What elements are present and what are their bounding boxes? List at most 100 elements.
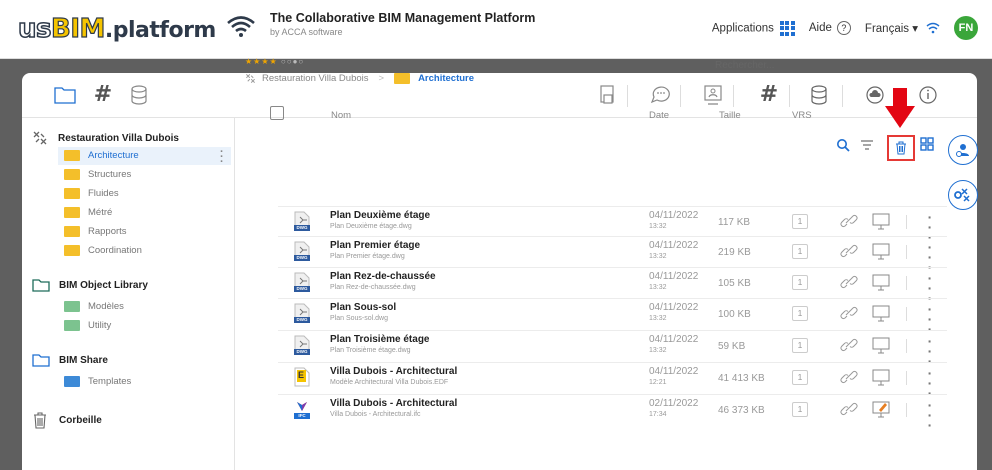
file-date: 04/11/2022 — [649, 210, 699, 221]
dwg-file-icon: DWG — [294, 272, 310, 292]
sidebar-item-templates[interactable]: Templates — [64, 376, 131, 387]
row-divider — [906, 215, 907, 229]
column-header-vrs[interactable]: VRS — [792, 110, 812, 121]
monitor-icon[interactable] — [871, 304, 891, 322]
file-row[interactable]: DWG Plan Deuxième étage Plan Deuxième étag… — [278, 206, 947, 244]
calendar-doc-icon[interactable] — [594, 82, 620, 108]
language-select[interactable]: Français ▾ — [865, 21, 918, 35]
link-icon[interactable] — [840, 369, 858, 385]
file-filename: Plan Rez-de-chaussée.dwg — [330, 284, 416, 291]
select-all-checkbox[interactable] — [270, 106, 284, 120]
folder-icon — [64, 150, 80, 161]
applications-button[interactable]: Applications — [712, 20, 795, 36]
version-count[interactable]: 1 — [792, 306, 808, 321]
database-icon[interactable] — [126, 82, 152, 108]
file-row[interactable]: DWG Plan Premier étage Plan Premier étage.… — [278, 236, 947, 274]
logo-us: us — [17, 13, 52, 45]
file-size: 41 413 KB — [718, 373, 765, 384]
sidebar-item-architecture[interactable]: Architecture — [64, 150, 139, 161]
file-name[interactable]: Villa Dubois - Architectural — [330, 366, 457, 377]
file-name[interactable]: Plan Sous-sol — [330, 302, 396, 313]
file-name[interactable]: Plan Troisième étage — [330, 334, 430, 345]
edit-monitor-icon[interactable] — [871, 400, 891, 418]
row-divider — [906, 371, 907, 385]
sidebar-item-structures[interactable]: Structures — [64, 169, 131, 180]
column-header-date[interactable]: Date — [649, 110, 669, 121]
sidebar-item-label: Structures — [88, 169, 132, 180]
presentation-icon[interactable] — [700, 82, 726, 108]
link-icon[interactable] — [840, 243, 858, 259]
monitor-icon[interactable] — [871, 368, 891, 386]
more-options-icon[interactable]: · · · — [926, 398, 934, 432]
file-type-badge: DWG — [294, 349, 310, 355]
chat-icon[interactable] — [647, 82, 673, 108]
grid-view-icon[interactable] — [920, 137, 934, 151]
monitor-icon[interactable] — [871, 336, 891, 354]
users-button[interactable] — [948, 135, 978, 165]
sidebar-item-metre[interactable]: Métré — [64, 207, 112, 218]
help-button[interactable]: Aide? — [809, 21, 851, 35]
project-root[interactable]: Restauration Villa Dubois — [32, 130, 179, 146]
database-icon-right[interactable] — [806, 82, 832, 108]
share-folder-icon — [32, 354, 50, 367]
search-icon[interactable] — [836, 138, 850, 152]
sidebar-item-coordination[interactable]: Coordination — [64, 245, 142, 256]
file-date: 04/11/2022 — [649, 334, 699, 345]
file-row[interactable]: IFC Villa Dubois - Architectural Villa Dub… — [278, 394, 947, 432]
trash-view-button-highlight[interactable] — [887, 135, 915, 161]
hash-tags-icon[interactable]: # — [90, 82, 116, 108]
filter-icon[interactable] — [860, 139, 874, 151]
library-root[interactable]: BIM Object Library — [32, 278, 148, 292]
row-divider — [906, 307, 907, 321]
link-icon[interactable] — [840, 337, 858, 353]
file-name[interactable]: Plan Premier étage — [330, 240, 420, 251]
monitor-icon[interactable] — [871, 242, 891, 260]
version-count[interactable]: 1 — [792, 244, 808, 259]
breadcrumb-root[interactable]: Restauration Villa Dubois — [262, 73, 369, 84]
info-icon[interactable] — [915, 82, 941, 108]
file-type-badge: E — [298, 370, 305, 380]
version-count[interactable]: 1 — [792, 214, 808, 229]
column-header-size[interactable]: Taille — [719, 110, 741, 121]
link-icon[interactable] — [840, 401, 858, 417]
link-icon[interactable] — [840, 305, 858, 321]
help-label: Aide — [808, 22, 832, 34]
row-divider — [906, 339, 907, 353]
column-header-name[interactable]: Nom — [331, 110, 351, 121]
file-row[interactable]: DWG Plan Troisième étage Plan Troisième ét… — [278, 330, 947, 368]
file-name[interactable]: Villa Dubois - Architectural — [330, 398, 457, 409]
toolbar-divider — [680, 85, 681, 107]
hash-tags-icon-right[interactable]: # — [756, 82, 782, 108]
version-count[interactable]: 1 — [792, 402, 808, 417]
edf-file-icon: E — [294, 367, 310, 387]
file-name[interactable]: Plan Rez-de-chaussée — [330, 271, 436, 282]
link-icon[interactable] — [840, 213, 858, 229]
link-icon[interactable] — [840, 274, 858, 290]
sidebar-item-modeles[interactable]: Modèles — [64, 301, 124, 312]
trash-root[interactable]: Corbeille — [32, 411, 102, 429]
sidebar-item-label: Utility — [88, 320, 112, 331]
sidebar-item-rapports[interactable]: Rapports — [64, 226, 127, 237]
file-row[interactable]: E Villa Dubois - Architectural Modèle Arch… — [278, 362, 947, 400]
folder-menu-icon[interactable]: · · · — [220, 147, 224, 168]
file-row[interactable]: DWG Plan Rez-de-chaussée Plan Rez-de-chaus… — [278, 267, 947, 305]
folder-view-icon[interactable] — [52, 82, 78, 108]
version-count[interactable]: 1 — [792, 338, 808, 353]
usbim-logo[interactable]: usBIM.platform — [17, 13, 216, 45]
monitor-icon[interactable] — [871, 212, 891, 230]
project-settings-button[interactable] — [948, 180, 978, 210]
trash-icon — [34, 412, 46, 429]
file-name[interactable]: Plan Deuxième étage — [330, 210, 430, 221]
monitor-icon[interactable] — [871, 273, 891, 291]
folder-icon — [394, 73, 411, 84]
file-row[interactable]: DWG Plan Sous-sol Plan Sous-sol.dwg 04/11/2… — [278, 298, 947, 336]
user-avatar[interactable]: FN — [954, 16, 978, 40]
file-filename: Plan Troisième étage.dwg — [330, 347, 411, 354]
version-count[interactable]: 1 — [792, 275, 808, 290]
row-divider — [906, 403, 907, 417]
sidebar-item-fluides[interactable]: Fluides — [64, 188, 119, 199]
share-root[interactable]: BIM Share — [32, 353, 108, 367]
sidebar-item-utility[interactable]: Utility — [64, 320, 111, 331]
search-input[interactable]: Rechercher... — [715, 60, 774, 71]
version-count[interactable]: 1 — [792, 370, 808, 385]
